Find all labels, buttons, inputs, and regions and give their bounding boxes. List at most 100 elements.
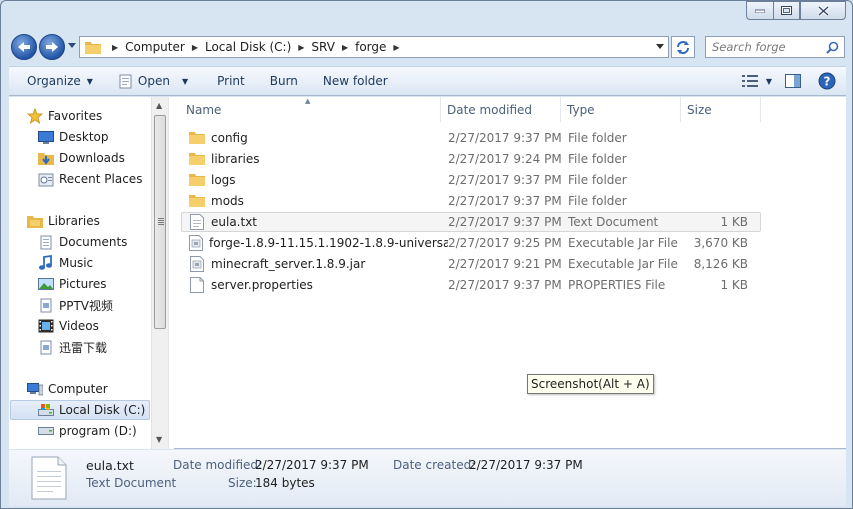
print-label: Print <box>217 74 245 88</box>
folder-icon <box>189 153 205 165</box>
nav-program-d[interactable]: program (D:) <box>38 421 167 441</box>
file-size: 1 KB <box>720 278 748 292</box>
nav-label: Music <box>59 256 94 270</box>
scroll-up-icon[interactable]: ▲ <box>156 101 162 110</box>
documents-icon <box>40 235 52 249</box>
change-view-button[interactable]: ▼ <box>736 67 778 95</box>
system-drive-icon <box>38 404 54 416</box>
address-dropdown-icon[interactable] <box>656 44 664 50</box>
nav-xunlei[interactable]: 迅雷下载 <box>38 337 167 357</box>
maximize-button[interactable] <box>773 1 800 20</box>
breadcrumb-separator[interactable]: ▶ <box>298 43 304 52</box>
file-type: File folder <box>568 152 627 166</box>
breadcrumb-separator[interactable]: ▶ <box>192 43 198 52</box>
breadcrumb-separator[interactable]: ▶ <box>112 43 118 52</box>
close-button[interactable] <box>800 1 846 20</box>
address-bar[interactable]: ▶ Computer ▶ Local Disk (C:) ▶ SRV ▶ for… <box>79 36 669 58</box>
column-name-label: Name <box>186 102 222 117</box>
burn-label: Burn <box>269 74 298 88</box>
arrow-right-icon <box>46 42 58 52</box>
nav-label: Pictures <box>59 277 107 291</box>
print-button[interactable]: Print <box>197 67 254 95</box>
file-row[interactable]: mods 2/27/2017 9:37 PM File folder <box>181 191 761 211</box>
burn-button[interactable]: Burn <box>254 67 307 95</box>
file-date: 2/27/2017 9:24 PM <box>448 152 562 166</box>
minimize-button[interactable] <box>746 1 773 20</box>
column-date-label: Date modified <box>447 102 533 117</box>
forward-button[interactable] <box>39 34 65 60</box>
nav-documents[interactable]: Documents <box>38 232 167 252</box>
nav-favorites[interactable]: Favorites <box>27 106 167 126</box>
nav-label: Favorites <box>48 109 103 123</box>
breadcrumb-separator[interactable]: ▶ <box>342 43 348 52</box>
chevron-down-icon: ▼ <box>86 76 93 86</box>
column-type[interactable]: Type <box>561 97 681 122</box>
file-name: minecraft_server.1.8.9.jar <box>211 257 366 271</box>
search-input[interactable] <box>712 40 824 54</box>
column-size-label: Size <box>687 102 712 117</box>
nav-pictures[interactable]: Pictures <box>38 274 167 294</box>
back-button[interactable] <box>11 34 37 60</box>
nav-label: Downloads <box>59 151 125 165</box>
file-name: server.properties <box>211 278 313 292</box>
nav-local-disk-c[interactable]: Local Disk (C:) <box>10 400 150 420</box>
help-icon: ? <box>818 72 836 90</box>
file-date: 2/27/2017 9:37 PM <box>448 194 562 208</box>
nav-downloads[interactable]: Downloads <box>38 148 167 168</box>
nav-music[interactable]: Music <box>38 253 167 273</box>
nav-label: Recent Places <box>59 172 143 186</box>
details-filetype: Text Document <box>86 476 177 490</box>
nav-computer[interactable]: Computer <box>27 379 167 399</box>
file-type: PROPERTIES File <box>568 278 666 292</box>
breadcrumb-computer[interactable]: Computer <box>125 40 185 54</box>
nav-recent-places[interactable]: Recent Places <box>38 169 167 189</box>
chevron-down-icon: ▼ <box>181 76 189 86</box>
file-row[interactable]: server.properties 2/27/2017 9:37 PM PROPER… <box>181 275 761 295</box>
nav-pptv[interactable]: PPTV视频 <box>38 295 167 315</box>
desktop-icon <box>38 131 54 144</box>
help-button[interactable]: ? <box>808 67 846 95</box>
file-row[interactable]: eula.txt 2/27/2017 9:37 PM Text Document 1 … <box>181 212 761 232</box>
minimize-icon <box>755 9 765 13</box>
file-name-cell: eula.txt <box>182 214 448 230</box>
column-size[interactable]: Size <box>681 97 761 122</box>
file-row[interactable]: config 2/27/2017 9:37 PM File folder <box>181 128 761 148</box>
nav-label: Local Disk (C:) <box>59 403 146 417</box>
pane-divider[interactable] <box>168 97 174 449</box>
file-row[interactable]: forge-1.8.9-11.15.1.1902-1.8.9-universal… <box>181 233 761 253</box>
address-row: ▶ Computer ▶ Local Disk (C:) ▶ SRV ▶ for… <box>9 31 846 63</box>
nav-libraries[interactable]: Libraries <box>27 211 167 231</box>
nav-desktop[interactable]: Desktop <box>38 127 167 147</box>
file-name-cell: forge-1.8.9-11.15.1.1902-1.8.9-universal… <box>182 235 448 251</box>
column-name[interactable]: ▲ Name <box>175 97 441 122</box>
nav-videos[interactable]: Videos <box>38 316 167 336</box>
recent-pages-dropdown-icon[interactable] <box>68 43 76 49</box>
file-row[interactable]: minecraft_server.1.8.9.jar 2/27/2017 9:21… <box>181 254 761 274</box>
scroll-thumb[interactable] <box>154 115 166 329</box>
details-created-value: 2/27/2017 9:37 PM <box>469 458 583 472</box>
breadcrumb-separator[interactable]: ▶ <box>393 43 399 52</box>
scroll-down-icon[interactable]: ▼ <box>156 435 162 444</box>
new-folder-button[interactable]: New folder <box>307 67 397 95</box>
search-icon[interactable] <box>826 41 839 54</box>
preview-pane-button[interactable] <box>778 67 808 95</box>
file-row[interactable]: logs 2/27/2017 9:37 PM File folder <box>181 170 761 190</box>
jar-file-icon <box>190 256 204 272</box>
breadcrumb-local-disk[interactable]: Local Disk (C:) <box>205 40 291 54</box>
computer-icon <box>27 382 43 395</box>
breadcrumb-forge[interactable]: forge <box>355 40 386 54</box>
column-date-modified[interactable]: Date modified <box>441 97 561 122</box>
details-modified-label: Date modified: <box>173 458 263 472</box>
nav-label: 迅雷下载 <box>59 340 108 355</box>
libraries-icon <box>27 215 43 228</box>
organize-button[interactable]: Organize ▼ <box>9 67 102 95</box>
nav-scrollbar[interactable]: ▲ ▼ <box>151 97 168 449</box>
file-name-cell: mods <box>182 193 448 209</box>
file-name-cell: libraries <box>182 151 448 167</box>
breadcrumb-srv[interactable]: SRV <box>311 40 335 54</box>
details-size-value: 184 bytes <box>255 476 315 490</box>
file-row[interactable]: libraries 2/27/2017 9:24 PM File folder <box>181 149 761 169</box>
view-controls: ▼ ? <box>736 67 846 95</box>
refresh-button[interactable] <box>671 36 695 58</box>
open-button[interactable]: Open ▼ <box>102 67 197 95</box>
